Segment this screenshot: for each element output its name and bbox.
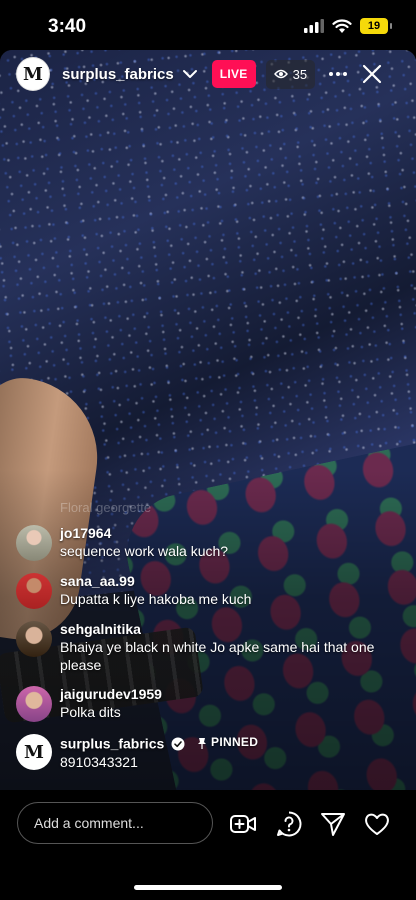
comment-text: Dupatta k liye hakoba me kuch — [60, 591, 252, 607]
commenter-avatar[interactable] — [16, 573, 52, 609]
add-video-icon[interactable] — [229, 810, 257, 838]
comment-text: 8910343321 — [60, 753, 138, 770]
battery-icon: 19 — [360, 18, 392, 34]
viewer-count-badge[interactable]: 35 — [265, 59, 316, 89]
pinned-label: PINNED — [197, 734, 258, 751]
comment-username[interactable]: surplus_fabrics — [60, 736, 164, 752]
comment-text: sequence work wala kuch? — [60, 543, 229, 559]
live-badge: LIVE — [211, 60, 256, 88]
more-options-icon[interactable] — [327, 63, 349, 85]
pinned-comment[interactable]: M surplus_fabrics PINNED 8910343321 — [16, 734, 400, 771]
close-icon[interactable] — [361, 63, 383, 85]
eye-icon — [273, 69, 288, 79]
comment-username[interactable]: jaigurudev1959 — [60, 686, 162, 703]
verified-badge-icon — [171, 737, 185, 750]
comment-username[interactable]: sehgalnitika — [60, 621, 390, 638]
faded-comment: Floral georgette — [60, 500, 152, 515]
pinned-text: PINNED — [211, 735, 259, 749]
viewer-count: 35 — [292, 66, 308, 82]
pin-icon — [198, 737, 207, 749]
commenter-avatar[interactable] — [16, 621, 52, 657]
live-header: M surplus_fabrics LIVE 35 — [16, 57, 400, 91]
comment-text: Polka dits — [60, 704, 121, 720]
chevron-down-icon[interactable] — [182, 66, 198, 82]
commenter-avatar[interactable] — [16, 686, 52, 722]
comment-username[interactable]: sana_aa.99 — [60, 573, 251, 590]
host-avatar[interactable]: M — [16, 57, 50, 91]
host-username[interactable]: surplus_fabrics — [62, 66, 174, 83]
status-time: 3:40 — [48, 16, 87, 37]
battery-level: 19 — [367, 20, 381, 32]
status-bar: 3:40 19 — [0, 0, 416, 50]
comment-input[interactable] — [17, 802, 213, 844]
comment-item[interactable]: sehgalnitika Bhaiya ye black n white Jo … — [16, 621, 400, 674]
home-indicator — [134, 885, 282, 890]
pinned-avatar-letter: M — [24, 741, 44, 763]
heart-icon[interactable] — [363, 810, 391, 838]
comments-feed: Floral georgette jo17964 sequence work w… — [16, 500, 400, 783]
send-icon[interactable] — [319, 810, 347, 838]
comment-text: Bhaiya ye black n white Jo apke same hai… — [60, 639, 375, 673]
question-icon[interactable] — [275, 810, 303, 838]
comment-item[interactable]: jaigurudev1959 Polka dits — [16, 686, 400, 722]
host-avatar-letter: M — [23, 63, 43, 85]
pinned-username-row: surplus_fabrics PINNED — [60, 734, 258, 753]
comment-item[interactable]: sana_aa.99 Dupatta k liye hakoba me kuch — [16, 573, 400, 609]
status-icons: 19 — [304, 18, 392, 34]
commenter-avatar[interactable] — [16, 525, 52, 561]
signal-icon — [304, 19, 324, 33]
pinned-avatar[interactable]: M — [16, 734, 52, 770]
comment-username[interactable]: jo17964 — [60, 525, 228, 542]
wifi-icon — [332, 18, 352, 33]
bottom-bar — [0, 790, 416, 900]
comment-item[interactable]: jo17964 sequence work wala kuch? — [16, 525, 400, 561]
